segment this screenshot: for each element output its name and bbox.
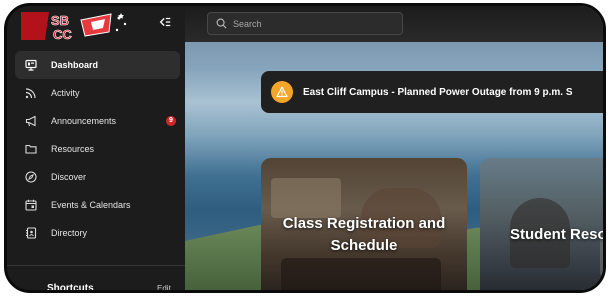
warning-icon: [271, 81, 293, 103]
collapse-sidebar-icon[interactable]: [157, 15, 173, 31]
sidebar-item-resources[interactable]: Resources: [15, 135, 180, 163]
sidebar-item-label: Resources: [51, 144, 95, 154]
search-icon: [216, 18, 227, 29]
main-content: East Cliff Campus - Planned Power Outage…: [185, 6, 603, 290]
card-title: Student Reso: [510, 226, 603, 243]
sidebar-item-label: Activity: [51, 88, 80, 98]
notification-badge: 9: [166, 116, 176, 126]
calendar-icon: [23, 197, 39, 213]
svg-text:SB: SB: [51, 13, 69, 28]
card-student-resources[interactable]: Student Reso: [480, 158, 603, 290]
alert-banner[interactable]: East Cliff Campus - Planned Power Outage…: [261, 71, 603, 113]
sidebar-item-activity[interactable]: Activity: [15, 79, 180, 107]
dashboard-icon: [23, 57, 39, 73]
search-input[interactable]: [233, 18, 393, 29]
compass-icon: [23, 169, 39, 185]
sidebar-item-label: Dashboard: [51, 60, 99, 70]
sidebar: SB CC Dashboard Activity Announcements 9…: [7, 6, 185, 290]
sidebar-item-dashboard[interactable]: Dashboard: [15, 51, 180, 79]
shortcuts-heading: Shortcuts: [47, 283, 94, 293]
svg-text:CC: CC: [53, 27, 72, 42]
megaphone-icon: [23, 113, 39, 129]
activity-icon: [23, 85, 39, 101]
sidebar-item-label: Events & Calendars: [51, 200, 131, 210]
sidebar-item-announcements[interactable]: Announcements 9: [15, 107, 180, 135]
sidebar-item-label: Announcements: [51, 116, 117, 126]
app-window: SB CC Dashboard Activity Announcements 9…: [4, 3, 606, 293]
sidebar-item-discover[interactable]: Discover: [15, 163, 180, 191]
sidebar-item-label: Discover: [51, 172, 87, 182]
sidebar-divider: [7, 265, 185, 266]
search-box[interactable]: [207, 12, 403, 35]
sidebar-item-directory[interactable]: Directory: [15, 219, 180, 247]
sidebar-item-events-calendars[interactable]: Events & Calendars: [15, 191, 180, 219]
card-class-registration[interactable]: Class Registration and Schedule: [261, 158, 467, 290]
card-title: Class Registration and Schedule: [282, 215, 446, 254]
folder-icon: [23, 141, 39, 157]
sidebar-item-label: Directory: [51, 228, 88, 238]
directory-icon: [23, 225, 39, 241]
sbcc-logo[interactable]: SB CC: [21, 10, 141, 42]
top-bar: [185, 6, 603, 42]
edit-shortcuts-link[interactable]: Edit: [157, 284, 171, 290]
sidebar-nav: Dashboard Activity Announcements 9 Resou…: [15, 51, 180, 247]
alert-message: East Cliff Campus - Planned Power Outage…: [303, 86, 573, 98]
